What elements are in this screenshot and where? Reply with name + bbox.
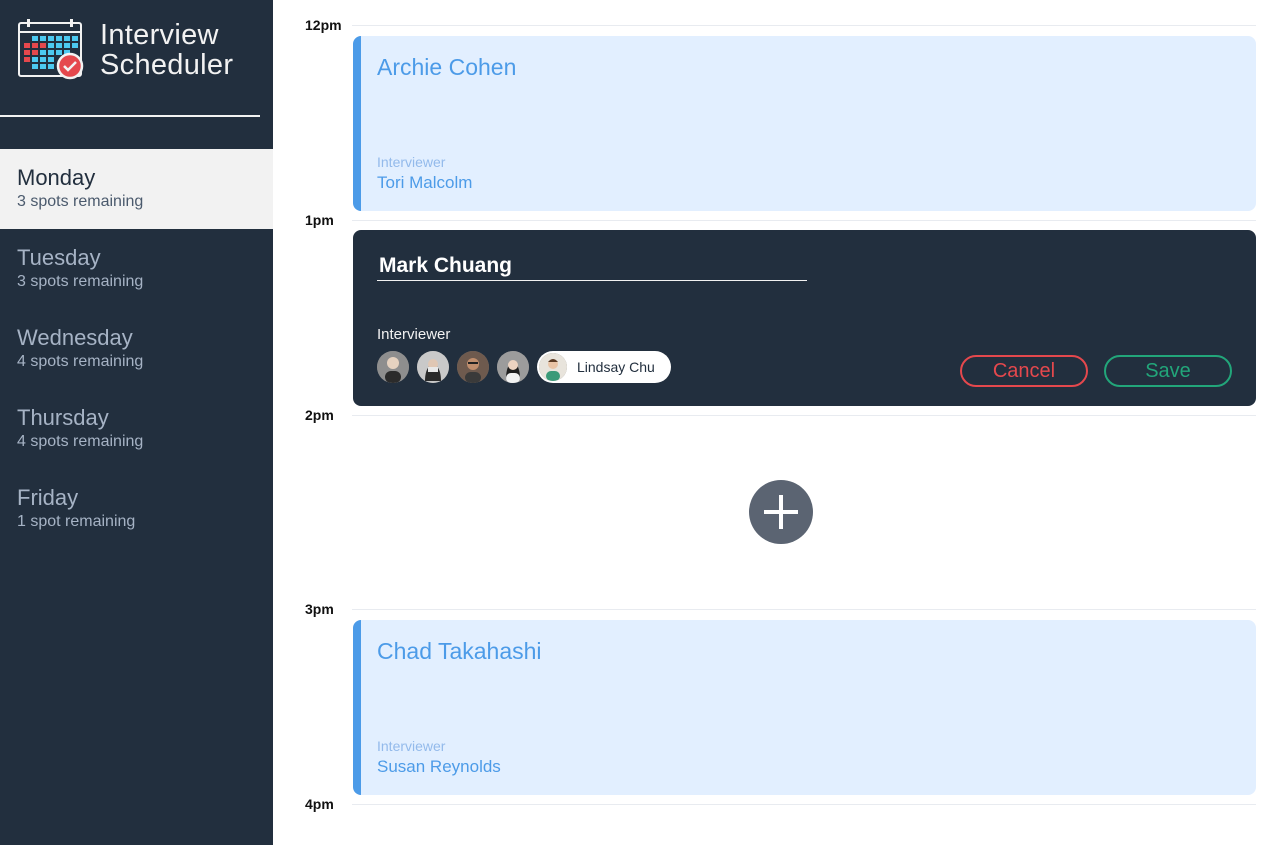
interviewer-avatar[interactable] (497, 351, 529, 383)
slot-time: 2pm (305, 407, 334, 423)
day-name: Tuesday (17, 245, 101, 270)
day-name: Monday (17, 165, 96, 190)
day-item-thursday[interactable]: Thursday 4 spots remaining (0, 389, 273, 469)
slot-divider (352, 804, 1256, 805)
day-spots: 3 spots remaining (17, 273, 144, 290)
interviewer-label: Interviewer (377, 154, 446, 170)
slot-divider (352, 220, 1256, 221)
slot-time: 4pm (305, 796, 334, 812)
day-spots: 3 spots remaining (17, 193, 144, 210)
plus-icon (764, 495, 798, 529)
interviewer-avatar[interactable] (377, 351, 409, 383)
interviewer-avatar (539, 353, 567, 381)
slot-time: 3pm (305, 601, 334, 617)
slot-divider (352, 415, 1256, 416)
day-item-friday[interactable]: Friday 1 spot remaining (0, 469, 273, 549)
selected-interviewer-name: Lindsay Chu (577, 359, 655, 375)
day-spots: 4 spots remaining (17, 353, 144, 370)
day-item-wednesday[interactable]: Wednesday 4 spots remaining (0, 309, 273, 389)
appointment-form: Interviewer Lindsay Chu Cancel Save (353, 230, 1256, 406)
interviewer-label: Interviewer (377, 738, 446, 754)
day-item-monday[interactable]: Monday 3 spots remaining (0, 149, 273, 229)
slot-divider (352, 609, 1256, 610)
appointment-card: Archie Cohen Interviewer Tori Malcolm (353, 36, 1256, 211)
interviewer-name: Tori Malcolm (377, 173, 473, 192)
add-appointment-button[interactable] (749, 480, 813, 544)
calendar-check-icon (18, 19, 84, 81)
app-title: Interview Scheduler (100, 20, 233, 80)
day-list: Monday 3 spots remaining Tuesday 3 spots… (0, 149, 273, 549)
interviewer-avatar[interactable] (457, 351, 489, 383)
save-button[interactable]: Save (1104, 355, 1232, 387)
slot-divider (352, 25, 1256, 26)
day-item-tuesday[interactable]: Tuesday 3 spots remaining (0, 229, 273, 309)
day-spots: 1 spot remaining (17, 513, 136, 530)
sidebar: Interview Scheduler Monday 3 spots remai… (0, 0, 273, 845)
interviewer-label: Interviewer (377, 326, 451, 343)
interviewer-list: Lindsay Chu (377, 351, 671, 383)
interviewer-name: Susan Reynolds (377, 757, 501, 776)
day-name: Wednesday (17, 325, 133, 350)
selected-interviewer[interactable]: Lindsay Chu (537, 351, 671, 383)
student-name: Archie Cohen (377, 54, 517, 80)
cancel-button[interactable]: Cancel (960, 355, 1088, 387)
day-spots: 4 spots remaining (17, 433, 144, 450)
sidebar-divider (0, 115, 260, 117)
appointment-card: Chad Takahashi Interviewer Susan Reynold… (353, 620, 1256, 795)
student-name-input[interactable] (377, 252, 807, 281)
student-name: Chad Takahashi (377, 638, 542, 664)
slot-time: 12pm (305, 17, 342, 33)
day-name: Friday (17, 485, 79, 510)
app-title-line1: Interview (100, 19, 219, 51)
day-name: Thursday (17, 405, 109, 430)
slot-time: 1pm (305, 212, 334, 228)
interviewer-avatar[interactable] (417, 351, 449, 383)
app-title-line2: Scheduler (100, 49, 234, 81)
schedule: 12pm 1pm 2pm 3pm 4pm Archie Cohen Interv… (273, 0, 1281, 845)
